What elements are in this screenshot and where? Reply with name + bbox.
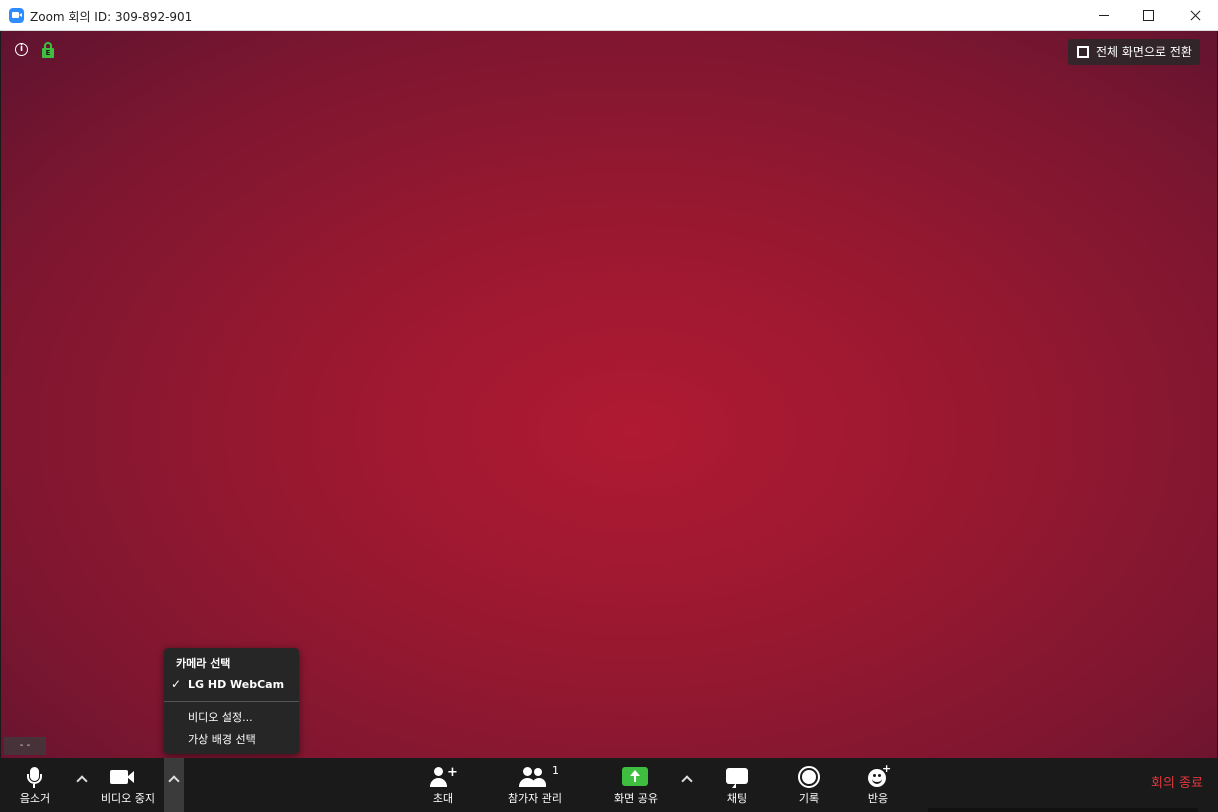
end-meeting-button[interactable]: 회의 종료 (1140, 758, 1214, 812)
fullscreen-label: 전체 화면으로 전환 (1096, 45, 1192, 59)
record-dot (802, 770, 816, 784)
fullscreen-icon (1077, 46, 1089, 58)
menu-divider (164, 701, 299, 702)
participants-count: 1 (552, 764, 559, 777)
plus-icon: + (882, 762, 892, 775)
participants-label: 참가자 관리 (507, 792, 563, 805)
invite-label: 초대 (432, 792, 454, 805)
chat-bubble-icon (726, 768, 748, 784)
share-screen-icon (622, 767, 648, 786)
chevron-up-icon (168, 775, 180, 787)
meeting-toolbar: 음소거 비디오 중지 + 초대 1 참가자 관리 화면 공유 채팅 기록 + 반… (0, 758, 1218, 812)
share-options-button[interactable] (677, 758, 697, 812)
camera-menu-header: 카메라 선택 (176, 657, 231, 670)
chat-button[interactable]: 채팅 (712, 758, 762, 812)
chat-label: 채팅 (726, 792, 748, 805)
video-camera-icon (110, 770, 128, 784)
add-person-icon (434, 767, 443, 776)
video-camera-lens (127, 771, 134, 783)
record-button[interactable]: 기록 (786, 758, 832, 812)
microphone-stem (33, 784, 35, 788)
check-icon: ✓ (171, 677, 182, 691)
menu-item-virtual-background[interactable]: 가상 배경 선택 (188, 731, 256, 747)
share-label: 화면 공유 (614, 792, 658, 805)
microphone-arc (27, 774, 42, 784)
video-options-button[interactable] (164, 758, 184, 812)
video-label: 비디오 중지 (100, 792, 156, 805)
menu-item-video-settings[interactable]: 비디오 설정... (188, 709, 253, 725)
reactions-label: 반응 (867, 792, 889, 805)
invite-button[interactable]: + 초대 (418, 758, 468, 812)
chevron-up-icon (76, 775, 88, 787)
mute-button[interactable]: 음소거 (0, 758, 70, 812)
zoom-logo-icon (9, 8, 24, 23)
chevron-up-icon (681, 775, 693, 787)
people-head-back (534, 768, 542, 776)
share-arrow-stem (634, 776, 636, 782)
minimize-button[interactable] (1081, 0, 1127, 30)
maximize-button[interactable] (1126, 0, 1172, 30)
title-bar: Zoom 회의 ID: 309-892-901 (0, 0, 1218, 31)
close-button[interactable] (1172, 0, 1218, 30)
record-label: 기록 (798, 792, 820, 805)
menu-item-camera[interactable]: LG HD WebCam (188, 678, 284, 691)
people-icon (523, 767, 532, 776)
people-body-back (532, 778, 546, 787)
participants-button[interactable]: 1 참가자 관리 (500, 758, 570, 812)
add-person-body (430, 778, 447, 787)
window-title: Zoom 회의 ID: 309-892-901 (30, 10, 193, 24)
video-stop-button[interactable]: 비디오 중지 (93, 758, 163, 812)
camera-menu: 카메라 선택 ✓ LG HD WebCam 비디오 설정... 가상 배경 선택 (164, 648, 299, 754)
audio-options-button[interactable] (72, 758, 92, 812)
taskbar-strip (928, 808, 1198, 812)
fullscreen-button[interactable]: 전체 화면으로 전환 (1068, 39, 1200, 65)
info-icon[interactable]: i (15, 43, 28, 56)
self-view-name-tag: - - (4, 737, 46, 755)
lock-body: E (42, 48, 54, 58)
plus-icon: + (447, 765, 458, 780)
mute-label: 음소거 (19, 792, 51, 805)
share-screen-button[interactable]: 화면 공유 (608, 758, 664, 812)
chat-bubble-tail (729, 783, 736, 788)
reactions-button[interactable]: + 반응 (856, 758, 900, 812)
lock-icon[interactable]: E (42, 42, 54, 58)
